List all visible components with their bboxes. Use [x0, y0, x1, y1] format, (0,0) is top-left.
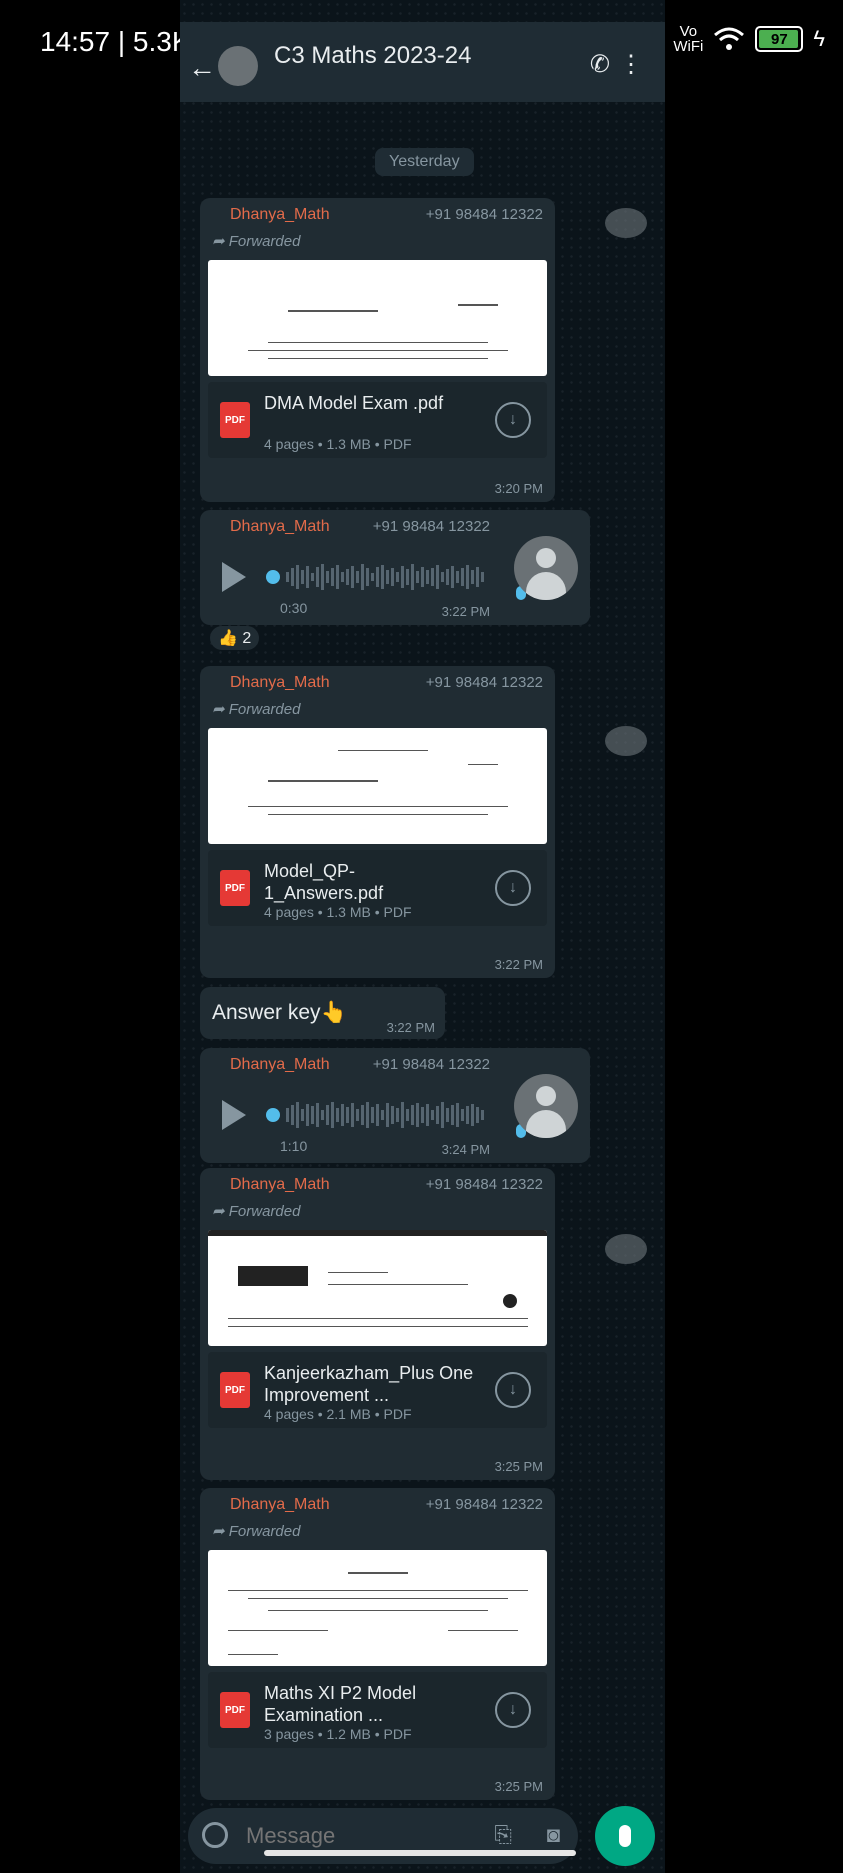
- sender-phone: +91 98484 12322: [425, 674, 543, 691]
- emoji-icon[interactable]: [202, 1822, 228, 1848]
- forwarded-label: ➦ Forwarded: [212, 1523, 301, 1540]
- forwarded-label: ➦ Forwarded: [212, 1203, 301, 1220]
- attach-icon[interactable]: ⎘: [494, 1822, 512, 1848]
- document-preview[interactable]: [208, 1550, 547, 1666]
- more-menu-icon[interactable]: ⋮: [619, 50, 643, 79]
- document-message[interactable]: Dhanya_Math +91 98484 12322 ➦ Forwarded …: [200, 1488, 555, 1800]
- chat-title[interactable]: C3 Maths 2023-24: [274, 42, 471, 70]
- message-input[interactable]: [244, 1822, 468, 1850]
- sender-name[interactable]: Dhanya_Math: [230, 206, 330, 224]
- document-preview[interactable]: [208, 260, 547, 376]
- reaction-badge[interactable]: 👍 2: [210, 626, 260, 650]
- sender-phone: +91 98484 12322: [425, 206, 543, 223]
- play-icon[interactable]: [222, 562, 246, 592]
- document-meta: 4 pages • 1.3 MB • PDF: [264, 436, 412, 452]
- document-row[interactable]: PDF Kanjeerkazham_Plus One Improvement .…: [208, 1352, 547, 1428]
- wifi-icon: [714, 27, 745, 50]
- document-name: Maths XI P2 Model Examination ...: [264, 1683, 417, 1725]
- sender-phone: +91 98484 12322: [425, 1176, 543, 1193]
- voice-record-button[interactable]: [595, 1806, 655, 1866]
- group-avatar[interactable]: [218, 46, 258, 86]
- back-arrow-icon[interactable]: ←: [188, 52, 216, 84]
- voice-duration: 1:10: [280, 1138, 308, 1154]
- document-message[interactable]: Dhanya_Math +91 98484 12322 ➦ Forwarded …: [200, 198, 555, 502]
- download-icon[interactable]: ↓: [495, 1372, 531, 1408]
- mic-icon: [619, 1825, 631, 1847]
- document-row[interactable]: PDF DMA Model Exam .pdf 4 pages • 1.3 MB…: [208, 382, 547, 458]
- message-time: 3:22 PM: [494, 957, 543, 972]
- sender-name[interactable]: Dhanya_Math: [230, 1056, 330, 1074]
- text-message[interactable]: Answer key👆 3:22 PM: [200, 987, 445, 1039]
- document-name: Kanjeerkazham_Plus One Improvement ...: [264, 1363, 474, 1405]
- inner-status-bar: [180, 0, 665, 22]
- forwarded-label: ➦ Forwarded: [212, 233, 301, 250]
- download-icon[interactable]: ↓: [495, 870, 531, 906]
- document-message[interactable]: Dhanya_Math +91 98484 12322 ➦ Forwarded …: [200, 1168, 555, 1480]
- download-icon[interactable]: ↓: [495, 1692, 531, 1728]
- voice-duration: 0:30: [280, 600, 308, 616]
- waveform[interactable]: [286, 562, 486, 592]
- avatar[interactable]: [514, 536, 578, 600]
- document-preview[interactable]: [208, 1230, 547, 1346]
- message-time: 3:20 PM: [494, 481, 543, 496]
- message-text: Answer key👆: [212, 1001, 347, 1024]
- avatar[interactable]: [514, 1074, 578, 1138]
- forwarded-label: ➦ Forwarded: [212, 701, 301, 718]
- message-time: 3:25 PM: [494, 1779, 543, 1794]
- play-icon[interactable]: [222, 1100, 246, 1130]
- battery-icon: 97: [755, 26, 804, 52]
- gesture-nav-bar[interactable]: [264, 1850, 576, 1856]
- pdf-icon: PDF: [220, 1692, 250, 1728]
- forward-shortcut-icon[interactable]: [605, 726, 647, 756]
- sender-name[interactable]: Dhanya_Math: [230, 1496, 330, 1514]
- chat-screen: ← C3 Maths 2023-24 ✆ ⋮ Yesterday Dhanya_…: [180, 0, 665, 1873]
- document-name: DMA Model Exam .pdf: [264, 393, 444, 413]
- message-time: 3:22 PM: [441, 604, 490, 619]
- battery-level: 97: [771, 30, 788, 48]
- pdf-icon: PDF: [220, 1372, 250, 1408]
- message-time: 3:24 PM: [441, 1142, 490, 1157]
- pdf-icon: PDF: [220, 402, 250, 438]
- voice-message[interactable]: Dhanya_Math +91 98484 12322 0:30 3:22 PM: [200, 510, 590, 625]
- seek-handle[interactable]: [266, 570, 280, 584]
- sender-phone: +91 98484 12322: [425, 1496, 543, 1513]
- chat-header[interactable]: ← C3 Maths 2023-24 ✆ ⋮: [180, 22, 665, 102]
- message-time: 3:25 PM: [494, 1459, 543, 1474]
- download-icon[interactable]: ↓: [495, 402, 531, 438]
- document-meta: 4 pages • 1.3 MB • PDF: [264, 904, 412, 920]
- sender-name[interactable]: Dhanya_Math: [230, 1176, 330, 1194]
- document-row[interactable]: PDF Maths XI P2 Model Examination ... 3 …: [208, 1672, 547, 1748]
- pdf-icon: PDF: [220, 870, 250, 906]
- date-separator: Yesterday: [375, 148, 474, 176]
- vowifi-label: Vo WiFi: [673, 23, 704, 55]
- document-row[interactable]: PDF Model_QP-1_Answers.pdf 4 pages • 1.3…: [208, 850, 547, 926]
- sender-phone: +91 98484 12322: [372, 1056, 490, 1073]
- sender-phone: +91 98484 12322: [372, 518, 490, 535]
- forward-shortcut-icon[interactable]: [605, 1234, 647, 1264]
- seek-handle[interactable]: [266, 1108, 280, 1122]
- waveform[interactable]: [286, 1100, 486, 1130]
- document-meta: 4 pages • 2.1 MB • PDF: [264, 1406, 412, 1422]
- document-name: Model_QP-1_Answers.pdf: [264, 861, 384, 903]
- message-time: 3:22 PM: [386, 1020, 435, 1035]
- sender-name[interactable]: Dhanya_Math: [230, 518, 330, 536]
- camera-icon[interactable]: ◙: [547, 1822, 560, 1848]
- sender-name[interactable]: Dhanya_Math: [230, 674, 330, 692]
- charging-icon: ϟ: [813, 26, 825, 51]
- document-meta: 3 pages • 1.2 MB • PDF: [264, 1726, 412, 1742]
- call-icon[interactable]: ✆: [590, 50, 610, 79]
- document-message[interactable]: Dhanya_Math +91 98484 12322 ➦ Forwarded …: [200, 666, 555, 978]
- forward-shortcut-icon[interactable]: [605, 208, 647, 238]
- voice-message[interactable]: Dhanya_Math +91 98484 12322 1:10 3:24 PM: [200, 1048, 590, 1163]
- document-preview[interactable]: [208, 728, 547, 844]
